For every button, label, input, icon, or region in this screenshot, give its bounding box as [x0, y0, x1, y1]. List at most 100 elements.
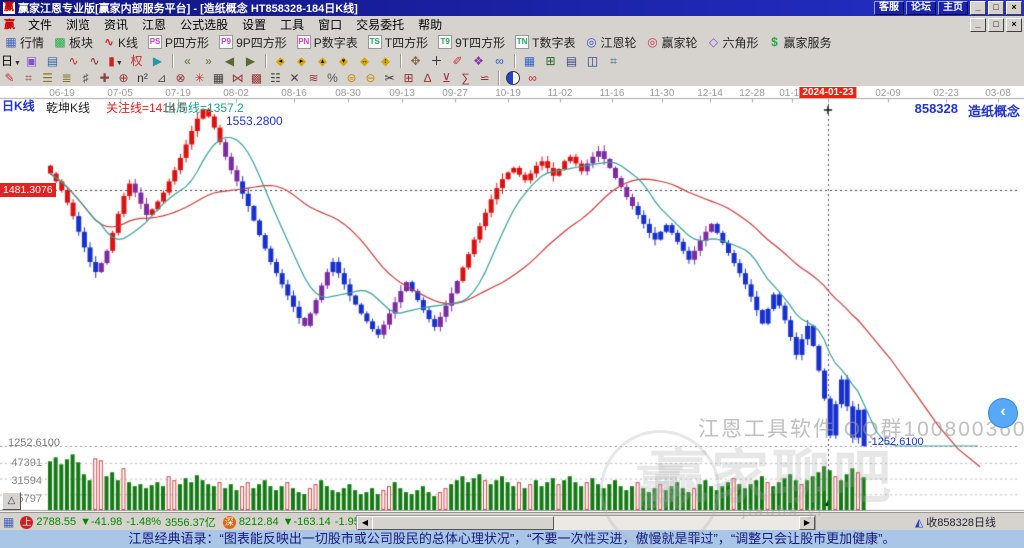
draw-delete-tool[interactable]: ✕ — [285, 71, 304, 85]
close-button[interactable]: × — [1006, 1, 1022, 15]
tool-send-pc[interactable]: ⌗ — [603, 53, 624, 70]
infinity-tool-icon[interactable]: ∞ — [523, 71, 542, 85]
volume-pane-toggle-button[interactable]: △ — [2, 492, 21, 510]
symbol-name[interactable]: 造纸概念 — [968, 101, 1020, 120]
draw-hatch-tool[interactable]: ▩ — [247, 71, 266, 85]
draw-wave-tool[interactable]: ≋ — [304, 71, 323, 85]
draw-hline-set[interactable]: ☰ — [38, 71, 57, 85]
toolbar-button-p-number-table[interactable]: PN P数字表 — [292, 33, 363, 51]
tool-cycle-tool[interactable]: ∞ — [489, 53, 510, 70]
tool-zoom-down[interactable]: ◆ ▾ — [333, 53, 354, 70]
tool-next-bar[interactable]: ▶ — [240, 53, 261, 70]
tool-window-layout[interactable]: ▣ — [21, 53, 42, 70]
tool-zoom-right[interactable]: ◆ ▸ — [291, 53, 312, 70]
toolbar-button-p-square[interactable]: PS P四方形 — [143, 33, 214, 51]
toolbar-button-9p-square[interactable]: P9 9P四方形 — [214, 33, 292, 51]
tool-pan-hand[interactable]: ✥ — [405, 53, 426, 70]
draw-circle-tool[interactable]: ⊕ — [114, 71, 133, 85]
toolbar-button-sectors[interactable]: ▩ 板块 — [49, 33, 98, 51]
menu-item[interactable]: 浏览 — [59, 18, 97, 32]
minimize-button[interactable]: _ — [970, 1, 986, 15]
tool-crosshair[interactable]: ＋ — [426, 53, 447, 70]
draw-grid-tool[interactable]: ⌗ — [19, 71, 38, 86]
tool-prev-bar[interactable]: ◀ — [219, 53, 240, 70]
tool-go-last[interactable]: » — [198, 53, 219, 70]
tool-zoom-left[interactable]: ◆ ◂ — [270, 53, 291, 70]
draw-fan-tool[interactable]: ⋈ — [228, 71, 247, 85]
draw-sum-tool[interactable]: ∑ — [456, 71, 475, 85]
scrollbar-thumb[interactable] — [372, 516, 554, 530]
tool-info-panel[interactable]: ▤ — [42, 53, 63, 70]
titlebar-link-forum[interactable]: 论坛 — [906, 1, 936, 15]
tool-flag-marker[interactable]: ▶ — [147, 53, 168, 70]
mdi-close-button[interactable]: × — [1006, 18, 1022, 32]
mdi-restore-button[interactable]: □ — [988, 18, 1004, 32]
expand-panel-button[interactable]: ‹ — [988, 398, 1018, 428]
draw-draw-line[interactable]: ✎ — [0, 71, 19, 85]
shanghai-index-icon[interactable]: 上 — [20, 515, 34, 529]
scroll-left-button[interactable]: ◀ — [357, 516, 373, 530]
menu-item[interactable]: 工具 — [273, 18, 311, 32]
draw-angle-tool[interactable]: ⊿ — [152, 71, 171, 85]
toolbar-button-winner-service[interactable]: $ 赢家服务 — [764, 33, 837, 51]
tool-zoom-up[interactable]: ◆ ▴ — [312, 53, 333, 70]
titlebar-link-support[interactable]: 客服 — [874, 1, 904, 15]
menu-item[interactable]: 资讯 — [97, 18, 135, 32]
scroll-right-button[interactable]: ▶ — [799, 516, 815, 530]
draw-table-tool[interactable]: ⊞ — [399, 71, 418, 85]
draw-gold-ratio[interactable]: ⊜ — [342, 71, 361, 85]
chart-scrollbar[interactable]: ◀ ▶ — [356, 515, 816, 531]
draw-square-n2[interactable]: n² — [133, 71, 152, 85]
candlestick-chart[interactable] — [0, 86, 1024, 512]
toolbar-button-market-quotes[interactable]: ▦ 行情 — [0, 33, 49, 51]
titlebar-link-home[interactable]: 主页 — [938, 1, 968, 15]
draw-triangle-tool[interactable]: ∆ — [418, 71, 437, 85]
tool-zoom-out[interactable]: ◆ ↕ — [375, 53, 396, 70]
tool-calculator[interactable]: ⊞ — [540, 53, 561, 70]
toolbar-button-hexagon[interactable]: ◇ 六角形 — [703, 33, 764, 51]
draw-split-tool[interactable]: ✂ — [380, 71, 399, 85]
tool-notes[interactable]: ▤ — [561, 53, 582, 70]
menu-item[interactable]: 窗口 — [311, 18, 349, 32]
toolbar-button-t-square[interactable]: TS T四方形 — [363, 33, 433, 51]
toolbar-button-gann-wheel[interactable]: ◎ 江恩轮 — [580, 33, 641, 51]
menu-item[interactable]: 公式选股 — [173, 18, 235, 32]
draw-channel-tool[interactable]: ⊻ — [437, 71, 456, 85]
tool-adjust-rights[interactable]: 权 — [126, 53, 147, 70]
tool-period-daily[interactable]: 日▼ — [0, 53, 21, 70]
draw-pitchfork[interactable]: ♯ — [76, 71, 95, 85]
tool-gann-tool[interactable]: ❖ — [468, 53, 489, 70]
menu-item[interactable]: 江恩 — [135, 18, 173, 32]
restore-button[interactable]: □ — [988, 1, 1004, 15]
draw-box-grid[interactable]: ▦ — [209, 71, 228, 85]
yinyang-tool-icon[interactable] — [506, 71, 520, 85]
tool-calendar[interactable]: ▦ — [519, 53, 540, 70]
draw-star-tool[interactable]: ✳ — [190, 71, 209, 85]
current-date-tick[interactable]: 2024-01-23 — [799, 87, 857, 98]
toolbar-button-kline[interactable]: ∿ K线 — [98, 33, 143, 51]
mdi-minimize-button[interactable]: _ — [970, 18, 986, 32]
draw-arc-tool[interactable]: ⋍ — [475, 71, 494, 85]
draw-target-tool[interactable]: ⊗ — [171, 71, 190, 85]
shenzhen-index-icon[interactable]: 深 — [222, 515, 236, 529]
titlebar[interactable]: 赢 赢家江恩专业版[赢家内部服务平台] - [造纸概念 HT858328-184… — [0, 0, 1024, 16]
toolbar-button-9t-square[interactable]: T9 9T四方形 — [433, 33, 510, 51]
tool-candle-style[interactable]: ▮▼ — [105, 53, 126, 70]
draw-hline-set2[interactable]: ≣ — [57, 71, 76, 85]
toolbar-button-winner-wheel[interactable]: ◎ 赢家轮 — [641, 33, 702, 51]
toolbar-button-t-number-table[interactable]: TN T数字表 — [510, 33, 580, 51]
quote-grid-icon[interactable]: ▦ — [3, 515, 14, 529]
tool-trend-chart[interactable]: ∿ — [84, 53, 105, 70]
draw-cross-tool[interactable]: ✚ — [95, 71, 114, 85]
tool-save[interactable]: ◫ — [582, 53, 603, 70]
draw-trigram-tool[interactable]: ☷ — [266, 71, 285, 85]
menu-item[interactable]: 文件 — [21, 18, 59, 32]
menu-item[interactable]: 帮助 — [411, 18, 449, 32]
tool-zoom-in[interactable]: ◆ ↔ — [354, 53, 375, 70]
tool-draw-pen[interactable]: ✐ — [447, 53, 468, 70]
menu-item[interactable]: 交易委托 — [349, 18, 411, 32]
menu-item[interactable]: 设置 — [235, 18, 273, 32]
period-label[interactable]: 日K线 — [2, 97, 35, 114]
draw-percent-tool[interactable]: % — [323, 71, 342, 85]
symbol-code[interactable]: 858328 — [915, 101, 958, 116]
